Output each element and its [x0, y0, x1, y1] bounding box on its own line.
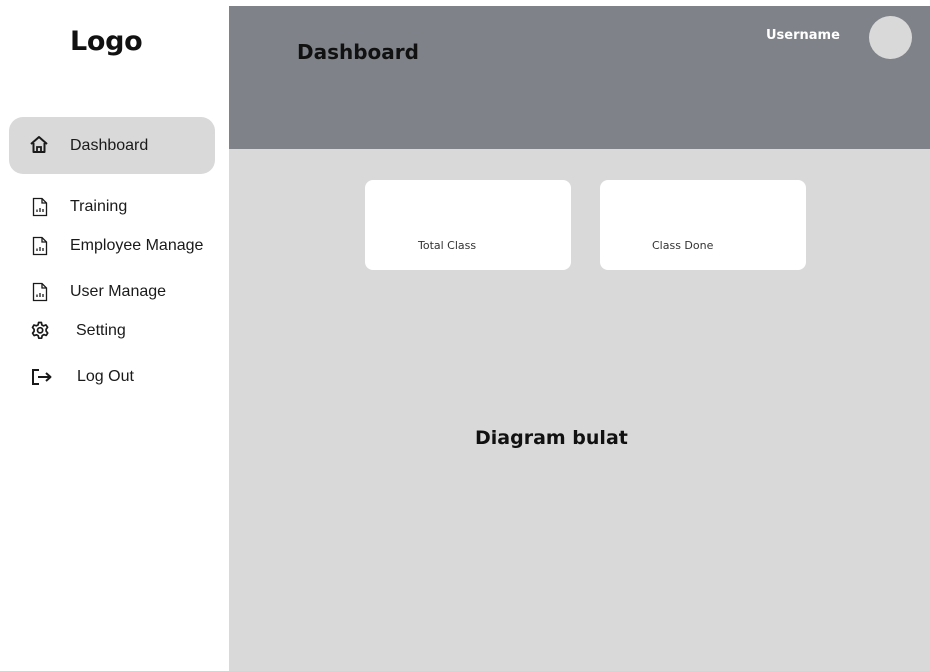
sidebar-item-label: Log Out	[77, 368, 134, 385]
card-label: Class Done	[652, 239, 714, 252]
app-window: Logo Dashboard Training Employee Manage …	[0, 0, 930, 671]
gear-icon	[30, 321, 50, 341]
sidebar-item-user-manage[interactable]: User Manage	[10, 272, 220, 312]
report-icon	[30, 236, 50, 256]
sidebar-item-employee-manage[interactable]: Employee Manage	[10, 226, 220, 266]
sidebar: Logo Dashboard Training Employee Manage …	[0, 0, 229, 671]
sidebar-item-label: Employee Manage	[70, 237, 204, 254]
sidebar-item-label: Training	[70, 198, 128, 215]
sidebar-item-log-out[interactable]: Log Out	[10, 357, 220, 397]
sidebar-item-label: Setting	[76, 322, 126, 339]
pie-diagram-placeholder: Diagram bulat	[475, 427, 628, 449]
card-label: Total Class	[418, 239, 477, 252]
report-icon	[30, 197, 50, 217]
sidebar-item-label: User Manage	[70, 283, 167, 300]
sidebar-item-dashboard[interactable]: Dashboard	[9, 117, 215, 174]
class-done-card[interactable]: Class Done	[600, 180, 806, 270]
sidebar-item-label: Dashboard	[70, 136, 149, 154]
sidebar-item-setting[interactable]: Setting	[10, 311, 220, 351]
logout-icon	[30, 367, 54, 387]
logo: Logo	[70, 26, 143, 57]
username-label[interactable]: Username	[766, 28, 840, 43]
page-title: Dashboard	[297, 40, 419, 64]
total-class-card[interactable]: Total Class	[365, 180, 571, 270]
top-header: Dashboard Username	[229, 6, 930, 149]
report-icon	[30, 282, 50, 302]
main-content: Total Class Class Done Diagram bulat	[229, 149, 930, 671]
sidebar-item-training[interactable]: Training	[10, 187, 220, 227]
avatar[interactable]	[869, 16, 912, 59]
home-icon	[29, 135, 49, 155]
